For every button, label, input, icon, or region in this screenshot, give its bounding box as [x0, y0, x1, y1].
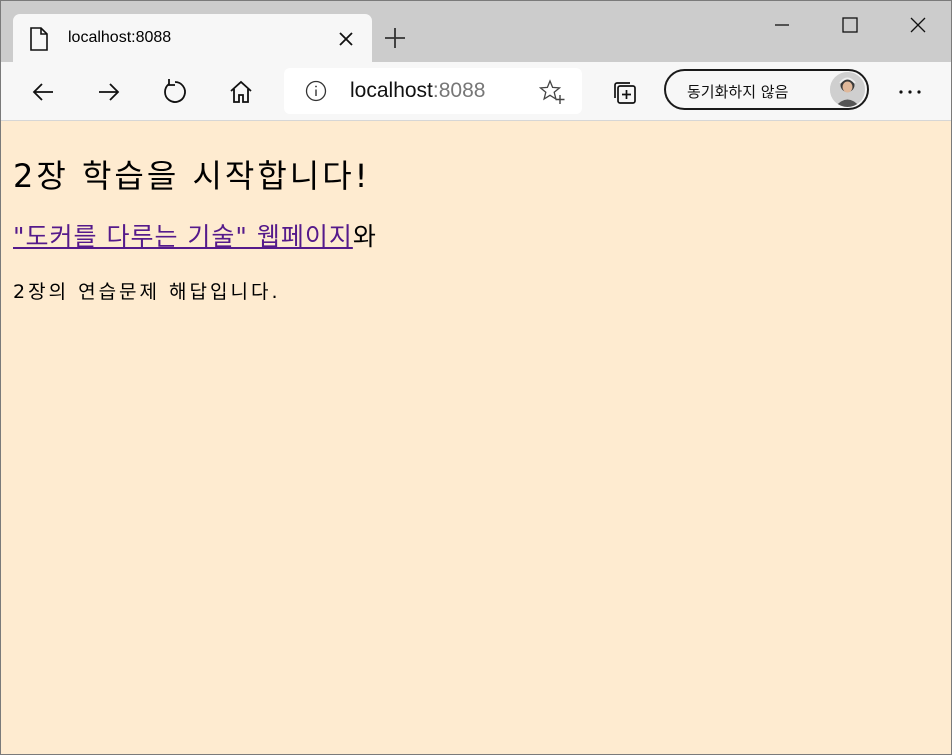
page-content: 2장 학습을 시작합니다! "도커를 다루는 기술" 웹페이지와 2장의 연습문… — [1, 121, 951, 754]
star-add-icon[interactable] — [539, 79, 565, 105]
page-paragraph: 2장의 연습문제 해답입니다. — [13, 281, 281, 303]
collections-icon[interactable] — [612, 80, 638, 106]
home-button[interactable] — [223, 74, 259, 110]
forward-arrow-icon — [99, 83, 120, 101]
link-line: "도커를 다루는 기술" 웹페이지와 — [13, 217, 377, 253]
back-button[interactable] — [25, 74, 61, 110]
browser-tab[interactable]: localhost:8088 — [13, 14, 372, 62]
maximize-icon[interactable] — [836, 11, 864, 39]
address-bar[interactable]: localhost:8088 — [284, 68, 582, 114]
url-port: :8088 — [432, 79, 486, 102]
tab-title: localhost:8088 — [68, 29, 172, 46]
minimize-icon[interactable] — [768, 11, 796, 39]
browser-toolbar: localhost:8088 동기화하지 않음 — [1, 62, 951, 121]
avatar — [830, 72, 865, 107]
profile-button[interactable]: 동기화하지 않음 — [664, 69, 869, 110]
refresh-icon — [164, 79, 186, 103]
profile-sync-label: 동기화하지 않음 — [687, 83, 789, 101]
page-icon — [30, 27, 48, 51]
info-icon[interactable] — [305, 80, 327, 102]
more-icon[interactable] — [895, 80, 925, 104]
close-icon[interactable] — [904, 11, 932, 39]
back-arrow-icon — [32, 83, 53, 101]
home-icon — [230, 80, 252, 103]
page-heading: 2장 학습을 시작합니다! — [13, 157, 371, 195]
forward-button[interactable] — [91, 74, 127, 110]
url-host: localhost — [350, 79, 433, 102]
browser-window: localhost:8088 localhost:8088 동기화하지 않음 2… — [0, 0, 952, 755]
close-icon[interactable] — [337, 30, 355, 48]
refresh-button[interactable] — [157, 74, 193, 110]
plus-icon[interactable] — [383, 26, 407, 50]
tab-strip: localhost:8088 — [1, 1, 951, 62]
book-webpage-link[interactable]: "도커를 다루는 기술" 웹페이지 — [13, 222, 353, 251]
link-suffix: 와 — [352, 222, 377, 251]
address-url[interactable]: localhost:8088 — [350, 79, 485, 103]
